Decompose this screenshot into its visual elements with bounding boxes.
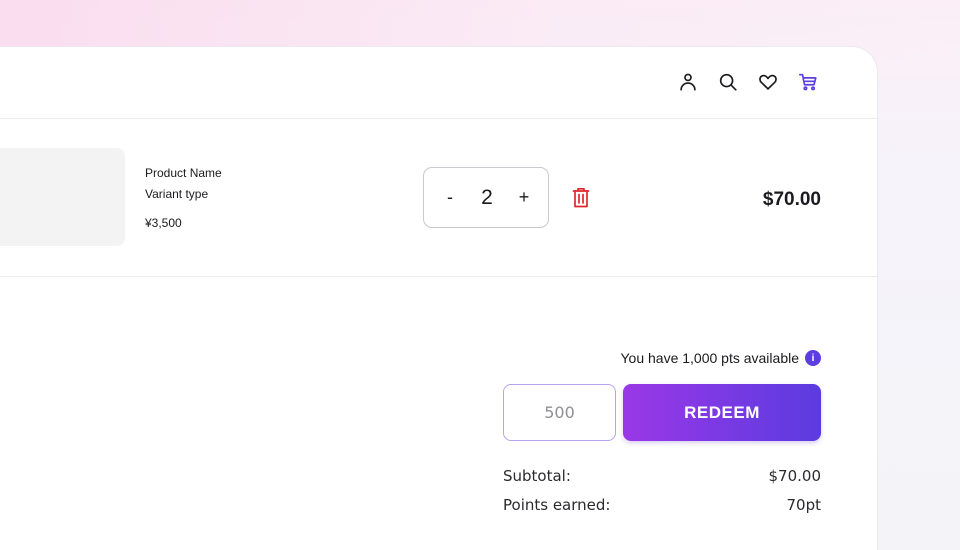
points-earned-value: 70pt <box>786 496 822 514</box>
increment-button[interactable]: + <box>514 187 534 208</box>
subtotal-row: Subtotal: $70.00 <box>503 467 821 496</box>
subtotal-value: $70.00 <box>768 467 822 485</box>
user-icon[interactable] <box>675 69 701 95</box>
decrement-button[interactable]: - <box>440 187 460 208</box>
points-available: You have 1,000 pts available i <box>620 350 821 366</box>
cart-panel: Product Name Variant type ¥3,500 - 2 + $… <box>0 46 878 550</box>
product-name[interactable]: Product Name <box>145 166 222 180</box>
search-icon[interactable] <box>715 69 741 95</box>
points-earned-label: Points earned: <box>503 496 611 514</box>
order-summary: You have 1,000 pts available i REDEEM Su… <box>0 277 877 550</box>
redeem-button[interactable]: REDEEM <box>623 384 821 441</box>
points-input[interactable] <box>503 384 616 441</box>
header-bar <box>0 47 877 119</box>
line-item-total: $70.00 <box>762 189 821 210</box>
cart-item-row: Product Name Variant type ¥3,500 - 2 + $… <box>0 119 877 277</box>
info-icon[interactable]: i <box>805 350 821 366</box>
heart-icon[interactable] <box>755 69 781 95</box>
trash-icon[interactable] <box>571 187 591 209</box>
header-icon-group <box>675 69 821 95</box>
product-variant: Variant type <box>145 187 209 201</box>
totals: Subtotal: $70.00 Points earned: 70pt <box>503 467 821 525</box>
points-earned-row: Points earned: 70pt <box>503 496 821 525</box>
cart-icon[interactable] <box>795 69 821 95</box>
points-available-text: You have 1,000 pts available <box>620 350 799 366</box>
subtotal-label: Subtotal: <box>503 467 571 485</box>
product-thumbnail[interactable] <box>0 148 125 246</box>
quantity-stepper: - 2 + <box>423 167 549 228</box>
product-unit-price: ¥3,500 <box>145 216 182 230</box>
quantity-value[interactable]: 2 <box>481 186 493 210</box>
